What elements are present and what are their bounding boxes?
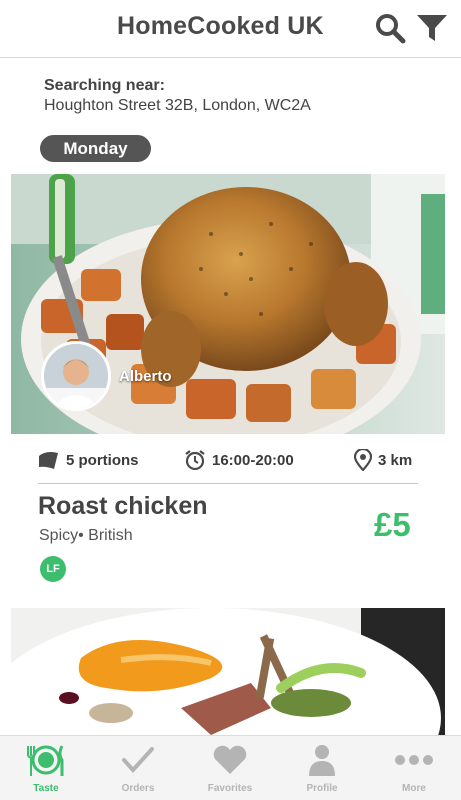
dish-tags: Spicy• British <box>39 527 133 544</box>
bottom-nav: Taste Orders Favorites Profile More <box>0 735 461 800</box>
nav-taste[interactable]: Taste <box>0 736 92 800</box>
lamb-dish-image[interactable] <box>11 608 445 735</box>
checkmark-icon <box>122 747 154 773</box>
person-icon <box>309 745 335 776</box>
app-header: HomeCooked UK <box>0 0 461 58</box>
day-pill[interactable]: Monday <box>40 135 151 162</box>
dish-price: £5 <box>374 506 411 543</box>
nav-label-favorites: Favorites <box>207 783 253 794</box>
portions-text: 5 portions <box>66 451 139 469</box>
distance: 3 km <box>354 447 412 473</box>
nav-profile[interactable]: Profile <box>276 736 368 800</box>
nav-favorites[interactable]: Favorites <box>184 736 276 800</box>
portions: 5 portions <box>38 447 139 473</box>
chef-name: Alberto <box>119 368 172 385</box>
location-address[interactable]: Houghton Street 32B, London, WC2A <box>44 97 311 115</box>
nav-label-orders: Orders <box>121 783 155 794</box>
portion-icon <box>39 452 58 469</box>
lf-badge: LF <box>40 556 66 582</box>
search-icon[interactable] <box>372 10 408 46</box>
nav-label-more: More <box>402 783 426 794</box>
chef-avatar[interactable] <box>41 341 111 411</box>
pickup-time: 16:00-20:00 <box>184 447 294 473</box>
time-text: 16:00-20:00 <box>212 451 294 469</box>
nav-label-taste: Taste <box>33 783 59 794</box>
location-block: Searching near: Houghton Street 32B, Lon… <box>44 77 311 115</box>
app-title: HomeCooked UK <box>117 12 324 40</box>
nav-orders[interactable]: Orders <box>92 736 184 800</box>
dish-name[interactable]: Roast chicken <box>38 492 208 521</box>
alarm-clock-icon <box>185 450 205 471</box>
distance-text: 3 km <box>378 451 413 469</box>
heart-icon <box>213 745 247 774</box>
nav-label-profile: Profile <box>306 783 338 794</box>
more-dots-icon <box>395 755 433 765</box>
location-label: Searching near: <box>44 77 165 94</box>
location-pin-icon <box>354 449 372 471</box>
divider <box>38 483 418 484</box>
listing-meta: 5 portions 16:00-20:00 3 km <box>38 447 418 473</box>
dinner-plate-icon <box>27 745 64 776</box>
nav-more[interactable]: More <box>368 736 460 800</box>
filter-icon[interactable] <box>414 10 450 46</box>
